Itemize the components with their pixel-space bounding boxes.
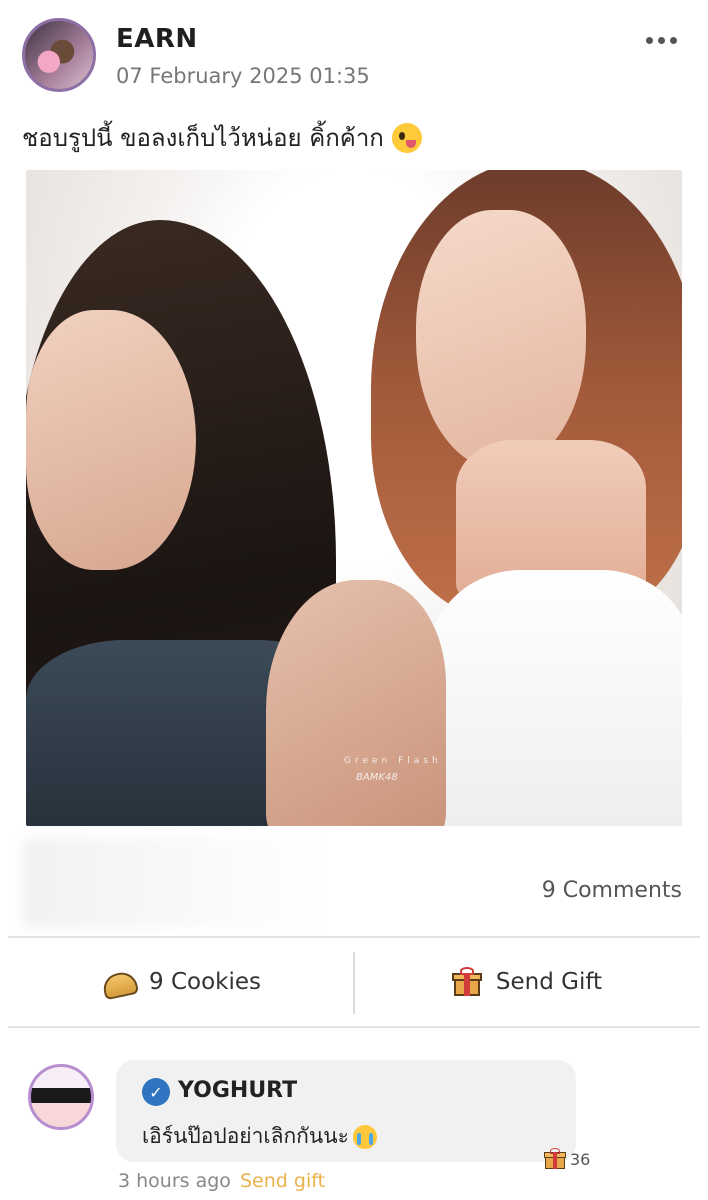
comment-time: 3 hours ago (118, 1170, 231, 1192)
post-header: EARN 07 February 2025 01:35 (0, 0, 708, 110)
send-gift-label: Send Gift (495, 969, 603, 995)
photo-shape (426, 570, 682, 826)
send-gift-button[interactable]: Send Gift (354, 938, 700, 1026)
comment-gift-badge[interactable]: 36 (544, 1148, 590, 1170)
action-divider (353, 952, 355, 1014)
comment-bubble: ✓ YOGHURT เอิร์นป๊อปอย่าเลิกกันนะ (116, 1060, 576, 1162)
comment-send-gift-link[interactable]: Send gift (240, 1170, 325, 1192)
comment-text-body: เอิร์นป๊อปอย่าเลิกกันนะ (142, 1124, 349, 1148)
fortune-cookie-icon (101, 969, 135, 995)
more-options-icon[interactable] (646, 30, 682, 50)
gift-count: 36 (570, 1149, 591, 1169)
photo-shape (26, 310, 196, 570)
commenter-avatar[interactable] (28, 1064, 94, 1130)
post-caption: ชอบรูปนี้ ขอลงเก็บไว้หน่อย คิ้กค้าก (22, 118, 422, 157)
author-avatar[interactable] (22, 18, 96, 92)
verified-badge-icon: ✓ (142, 1078, 170, 1106)
cookies-button[interactable]: 9 Cookies (8, 938, 354, 1026)
photo-shape (266, 580, 446, 826)
post-photo[interactable]: Green Flash BAMK48 (26, 170, 682, 826)
post-timestamp: 07 February 2025 01:35 (116, 64, 370, 88)
caption-text: ชอบรูปนี้ ขอลงเก็บไว้หน่อย คิ้กค้าก (22, 124, 384, 152)
author-name[interactable]: EARN (116, 24, 198, 54)
action-bar: 9 Cookies Send Gift (8, 938, 700, 1026)
comment-text: เอิร์นป๊อปอย่าเลิกกันนะ (142, 1120, 377, 1153)
divider (8, 1026, 700, 1028)
gift-icon (544, 1148, 566, 1170)
comments-count[interactable]: 9 Comments (542, 878, 682, 903)
commenter-name[interactable]: YOGHURT (178, 1078, 297, 1103)
reaction-summary-blurred (22, 838, 322, 928)
gift-icon (451, 967, 482, 997)
photo-watermark: Green Flash (344, 756, 442, 766)
zany-face-icon (391, 122, 422, 153)
photo-watermark-signature: BAMK48 (356, 772, 398, 783)
crying-cat-icon (352, 1124, 377, 1149)
cookies-label: 9 Cookies (149, 969, 261, 995)
photo-shape (416, 210, 586, 470)
